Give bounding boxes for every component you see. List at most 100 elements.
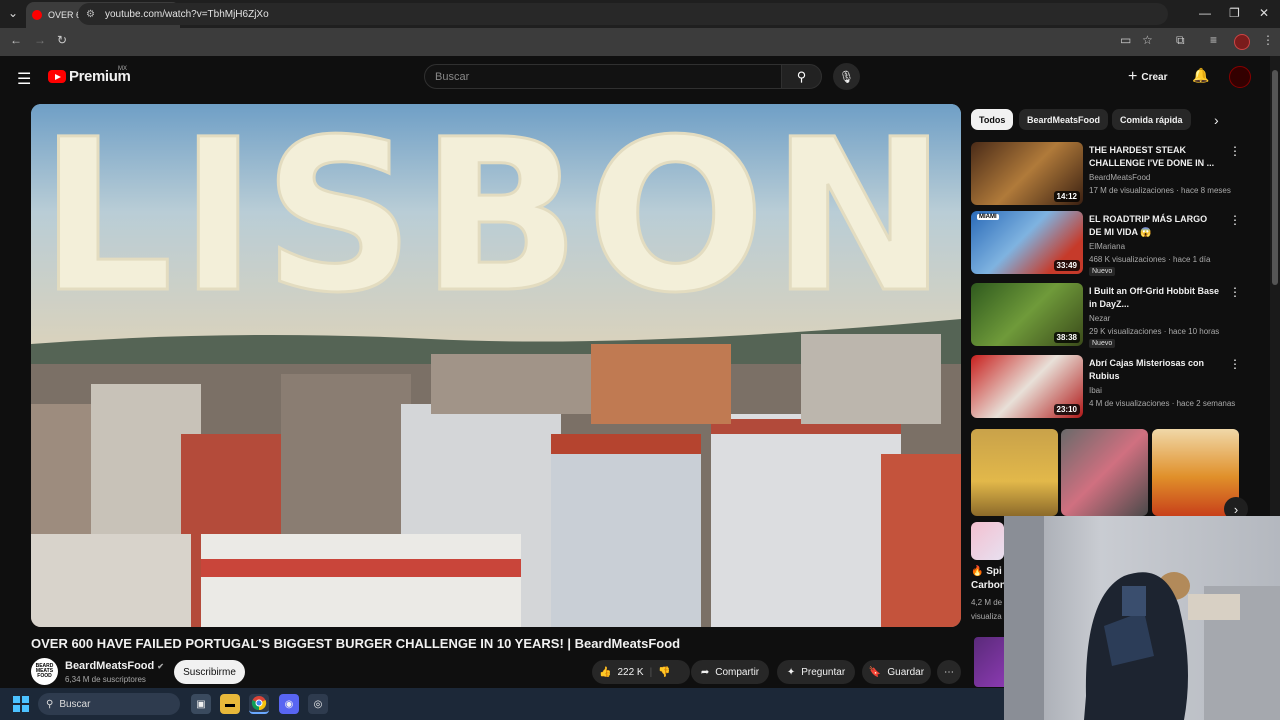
- channel-avatar-text: BEARD MEATS FOOD: [35, 663, 54, 679]
- share-icon: ➦: [700, 666, 710, 678]
- video-duration: 33:49: [1053, 260, 1080, 271]
- region-code: MX: [118, 66, 127, 72]
- video-duration: 38:38: [1053, 332, 1080, 343]
- search-button[interactable]: ⚲: [781, 64, 822, 89]
- recommendation-channel[interactable]: BeardMeatsFood: [1089, 173, 1150, 182]
- like-count[interactable]: 222 K: [617, 667, 643, 678]
- recommendation-item[interactable]: 38:38 I Built an Off-Grid Hobbit Base in…: [971, 283, 1261, 349]
- chip-all[interactable]: Todos: [971, 109, 1014, 130]
- recommendation-thumbnail[interactable]: MIAMI 33:49: [971, 211, 1083, 274]
- video-frame-scene: LISBON: [31, 104, 961, 627]
- verified-icon: ✔: [157, 662, 164, 671]
- media-control-icon[interactable]: ≡: [1210, 33, 1217, 47]
- site-info-icon[interactable]: ⚙: [86, 9, 95, 20]
- youtube-premium-logo[interactable]: Premium MX: [48, 66, 131, 85]
- address-bar-row: [0, 28, 1280, 56]
- forward-icon[interactable]: →: [34, 33, 46, 47]
- channel-name[interactable]: BeardMeatsFood ✔: [65, 660, 164, 672]
- discord-icon[interactable]: ◉: [279, 694, 299, 714]
- short-thumbnail[interactable]: [1061, 429, 1148, 516]
- guide-menu-icon[interactable]: ☰: [17, 69, 31, 89]
- short-views-cont: visualiza: [971, 612, 1002, 621]
- recommendation-title[interactable]: Abrí Cajas Misteriosas con Rubius: [1089, 357, 1219, 383]
- url-text: youtube.com/watch?v=TbhMjH6ZjXo: [104, 8, 269, 20]
- dislike-icon[interactable]: 👎: [658, 667, 670, 678]
- more-options-icon[interactable]: ⋮: [1229, 357, 1241, 371]
- back-icon[interactable]: ←: [10, 33, 22, 47]
- recommendation-title[interactable]: THE HARDEST STEAK CHALLENGE I'VE DONE IN…: [1089, 144, 1219, 170]
- recommendation-thumbnail[interactable]: 38:38: [971, 283, 1083, 346]
- chips-next-icon[interactable]: ›: [1214, 112, 1219, 128]
- save-button[interactable]: 🔖 Guardar: [862, 660, 931, 684]
- ask-label: Preguntar: [801, 666, 846, 678]
- chrome-icon[interactable]: [249, 694, 269, 714]
- recommendation-item[interactable]: MIAMI 33:49 EL ROADTRIP MÁS LARGO DE MI …: [971, 211, 1261, 277]
- channel-name-text: BeardMeatsFood: [65, 660, 155, 672]
- recommendation-channel[interactable]: ElMariana: [1089, 242, 1125, 251]
- reload-icon[interactable]: ↻: [57, 33, 67, 47]
- sparkle-icon: ✦: [786, 666, 796, 678]
- share-button[interactable]: ➦ Compartir: [691, 660, 769, 684]
- restore-icon[interactable]: ❐: [1229, 6, 1240, 20]
- recommendation-title[interactable]: EL ROADTRIP MÁS LARGO DE MI VIDA 😱: [1089, 213, 1219, 239]
- short-views: 4,2 M de: [971, 598, 1003, 607]
- tab-search-icon[interactable]: ⌄: [8, 6, 18, 20]
- more-options-icon[interactable]: ⋮: [1229, 144, 1241, 158]
- taskbar-search[interactable]: ⚲ Buscar: [38, 693, 180, 715]
- bookmark-icon: 🔖: [868, 666, 882, 678]
- bookmark-star-icon[interactable]: ☆: [1142, 33, 1153, 47]
- video-duration: 23:10: [1053, 404, 1080, 415]
- video-title: OVER 600 HAVE FAILED PORTUGAL'S BIGGEST …: [31, 636, 681, 651]
- search-input[interactable]: Buscar: [424, 64, 782, 89]
- recommendation-channel[interactable]: Nezar: [1089, 314, 1110, 323]
- create-button[interactable]: + Crear: [1128, 68, 1167, 86]
- recommendation-thumbnail[interactable]: 23:10: [971, 355, 1083, 418]
- recommendation-item[interactable]: 14:12 THE HARDEST STEAK CHALLENGE I'VE D…: [971, 142, 1261, 208]
- lisbon-overlay-text: LISBON: [39, 104, 953, 339]
- like-icon[interactable]: 👍: [599, 667, 611, 678]
- short-thumbnail-partial[interactable]: [971, 522, 1004, 560]
- recommendation-title[interactable]: I Built an Off-Grid Hobbit Base in DayZ.…: [1089, 285, 1219, 311]
- extensions-icon[interactable]: ⧉: [1176, 33, 1185, 48]
- windows-start-icon[interactable]: [13, 696, 29, 712]
- more-actions-button[interactable]: ⋯: [937, 660, 961, 684]
- task-view-icon[interactable]: ▣: [191, 694, 211, 714]
- short-thumbnail[interactable]: [971, 429, 1058, 516]
- taskbar-search-icon: ⚲: [46, 698, 54, 710]
- recommendation-channel[interactable]: Ibai: [1089, 386, 1102, 395]
- youtube-favicon-icon: [32, 10, 42, 20]
- chip-comida-rapida[interactable]: Comida rápida: [1112, 109, 1191, 130]
- subscribe-button[interactable]: Suscribirme: [174, 660, 245, 684]
- chip-beardmeatsfood[interactable]: BeardMeatsFood: [1019, 109, 1109, 130]
- url-field[interactable]: ⚙ youtube.com/watch?v=TbhMjH6ZjXo: [78, 3, 1168, 25]
- video-player[interactable]: LISBON: [31, 104, 961, 627]
- close-window-icon[interactable]: ✕: [1259, 6, 1269, 20]
- create-label: Crear: [1141, 71, 1168, 83]
- account-avatar[interactable]: [1229, 66, 1251, 88]
- voice-search-button[interactable]: 🎙: [833, 63, 860, 90]
- chrome-logo-icon: [251, 696, 267, 711]
- plus-icon: +: [1128, 68, 1138, 85]
- channel-avatar[interactable]: BEARD MEATS FOOD: [31, 658, 58, 685]
- recommendation-item[interactable]: 23:10 Abrí Cajas Misteriosas con Rubius …: [971, 355, 1261, 421]
- microphone-icon: 🎙: [838, 69, 855, 84]
- scrollbar-thumb[interactable]: [1272, 70, 1278, 285]
- file-explorer-icon[interactable]: ▬: [220, 694, 240, 714]
- minimize-icon[interactable]: —: [1199, 6, 1211, 20]
- cast-icon[interactable]: ▭: [1120, 33, 1131, 47]
- browser-profile-avatar[interactable]: [1234, 34, 1250, 50]
- more-options-icon[interactable]: ⋮: [1229, 285, 1241, 299]
- chevron-right-icon: ›: [1233, 501, 1239, 517]
- ask-button[interactable]: ✦ Preguntar: [777, 660, 855, 684]
- recommendation-thumbnail[interactable]: 14:12: [971, 142, 1083, 205]
- search-placeholder: Buscar: [435, 70, 470, 83]
- end-screen-thumbnail[interactable]: [974, 637, 1004, 687]
- notifications-bell-icon[interactable]: 🔔: [1192, 67, 1209, 84]
- more-options-icon[interactable]: ⋮: [1229, 213, 1241, 227]
- browser-menu-icon[interactable]: ⋮: [1262, 33, 1274, 47]
- new-badge: Nuevo: [1089, 267, 1116, 276]
- recommendation-meta: 468 K visualizaciones · hace 1 día: [1089, 255, 1211, 264]
- search-icon: ⚲: [796, 68, 807, 84]
- obs-icon[interactable]: ◎: [308, 694, 328, 714]
- short-title-line2: Carbon: [971, 580, 1006, 591]
